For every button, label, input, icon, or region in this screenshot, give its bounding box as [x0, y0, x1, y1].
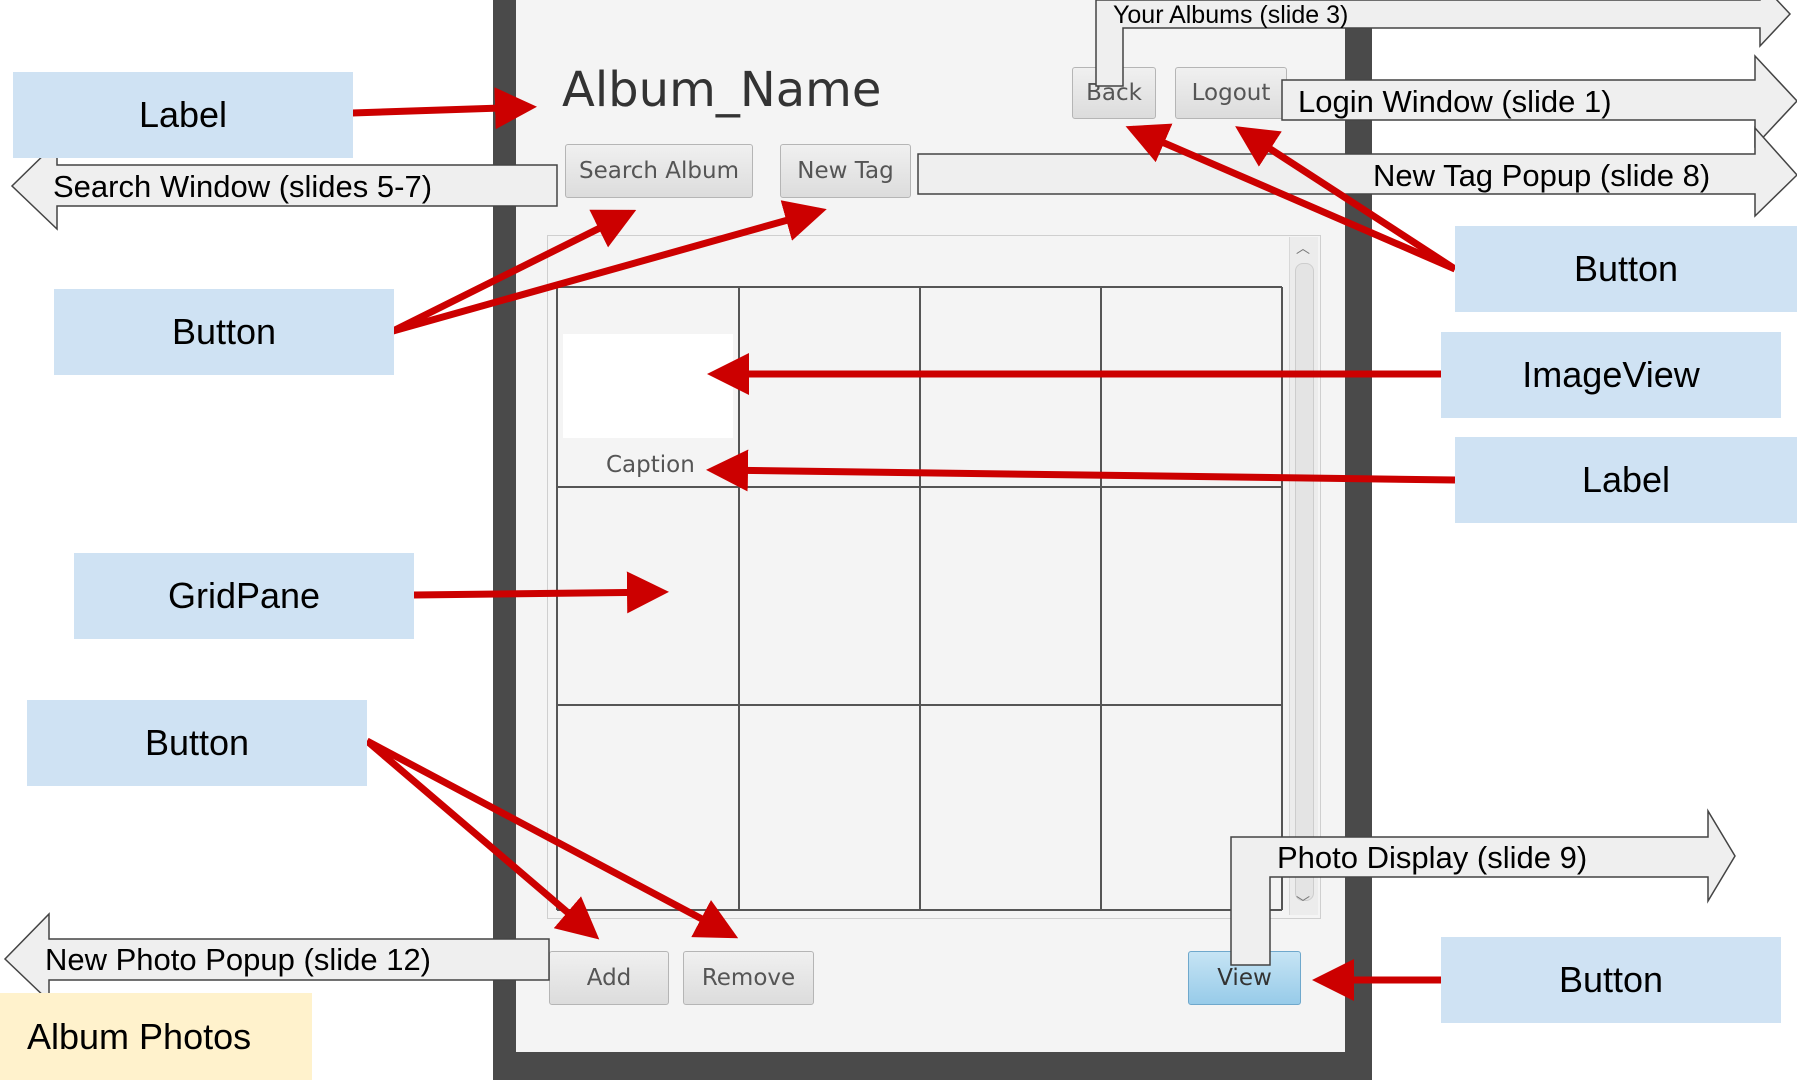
callout-button-left-top: Button — [54, 289, 394, 375]
callout-gridpane: GridPane — [74, 553, 414, 639]
login-window-text: Login Window (slide 1) — [1298, 84, 1612, 119]
callout-button-right-top: Button — [1455, 226, 1797, 312]
callout-button-right-bottom: Button — [1441, 937, 1781, 1023]
new-tag-popup-text: New Tag Popup (slide 8) — [1373, 158, 1711, 193]
new-photo-popup-text: New Photo Popup (slide 12) — [45, 942, 432, 977]
callout-label-right: Label — [1455, 437, 1797, 523]
search-window-text: Search Window (slides 5-7) — [53, 169, 433, 204]
slide-title: Album Photos — [0, 993, 312, 1080]
callout-label-top: Label — [13, 72, 353, 158]
photo-display-text: Photo Display (slide 9) — [1277, 840, 1588, 875]
callout-imageview: ImageView — [1441, 332, 1781, 418]
callout-button-left-bottom: Button — [27, 700, 367, 786]
your-albums-text: Your Albums (slide 3) — [1113, 1, 1349, 29]
